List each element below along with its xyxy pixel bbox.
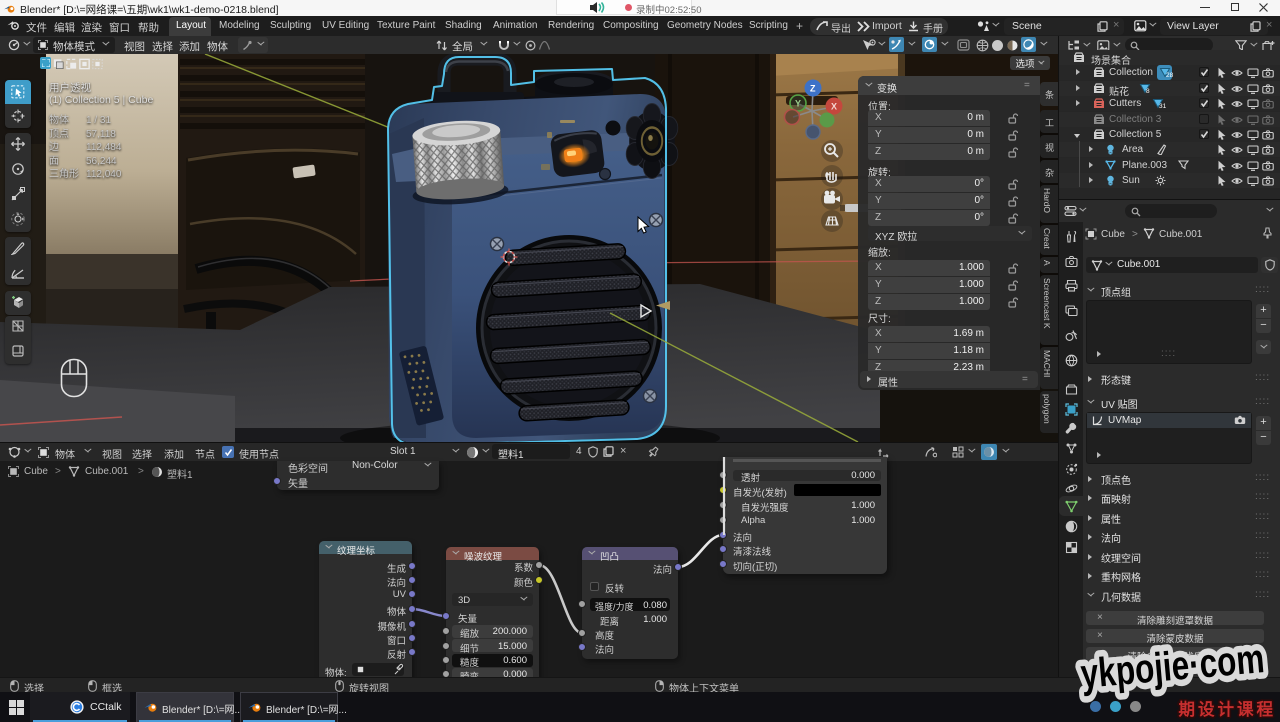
svg-text:X: X [831,102,837,112]
svg-text:Z: Z [810,84,816,94]
svg-text:Y: Y [795,99,801,109]
